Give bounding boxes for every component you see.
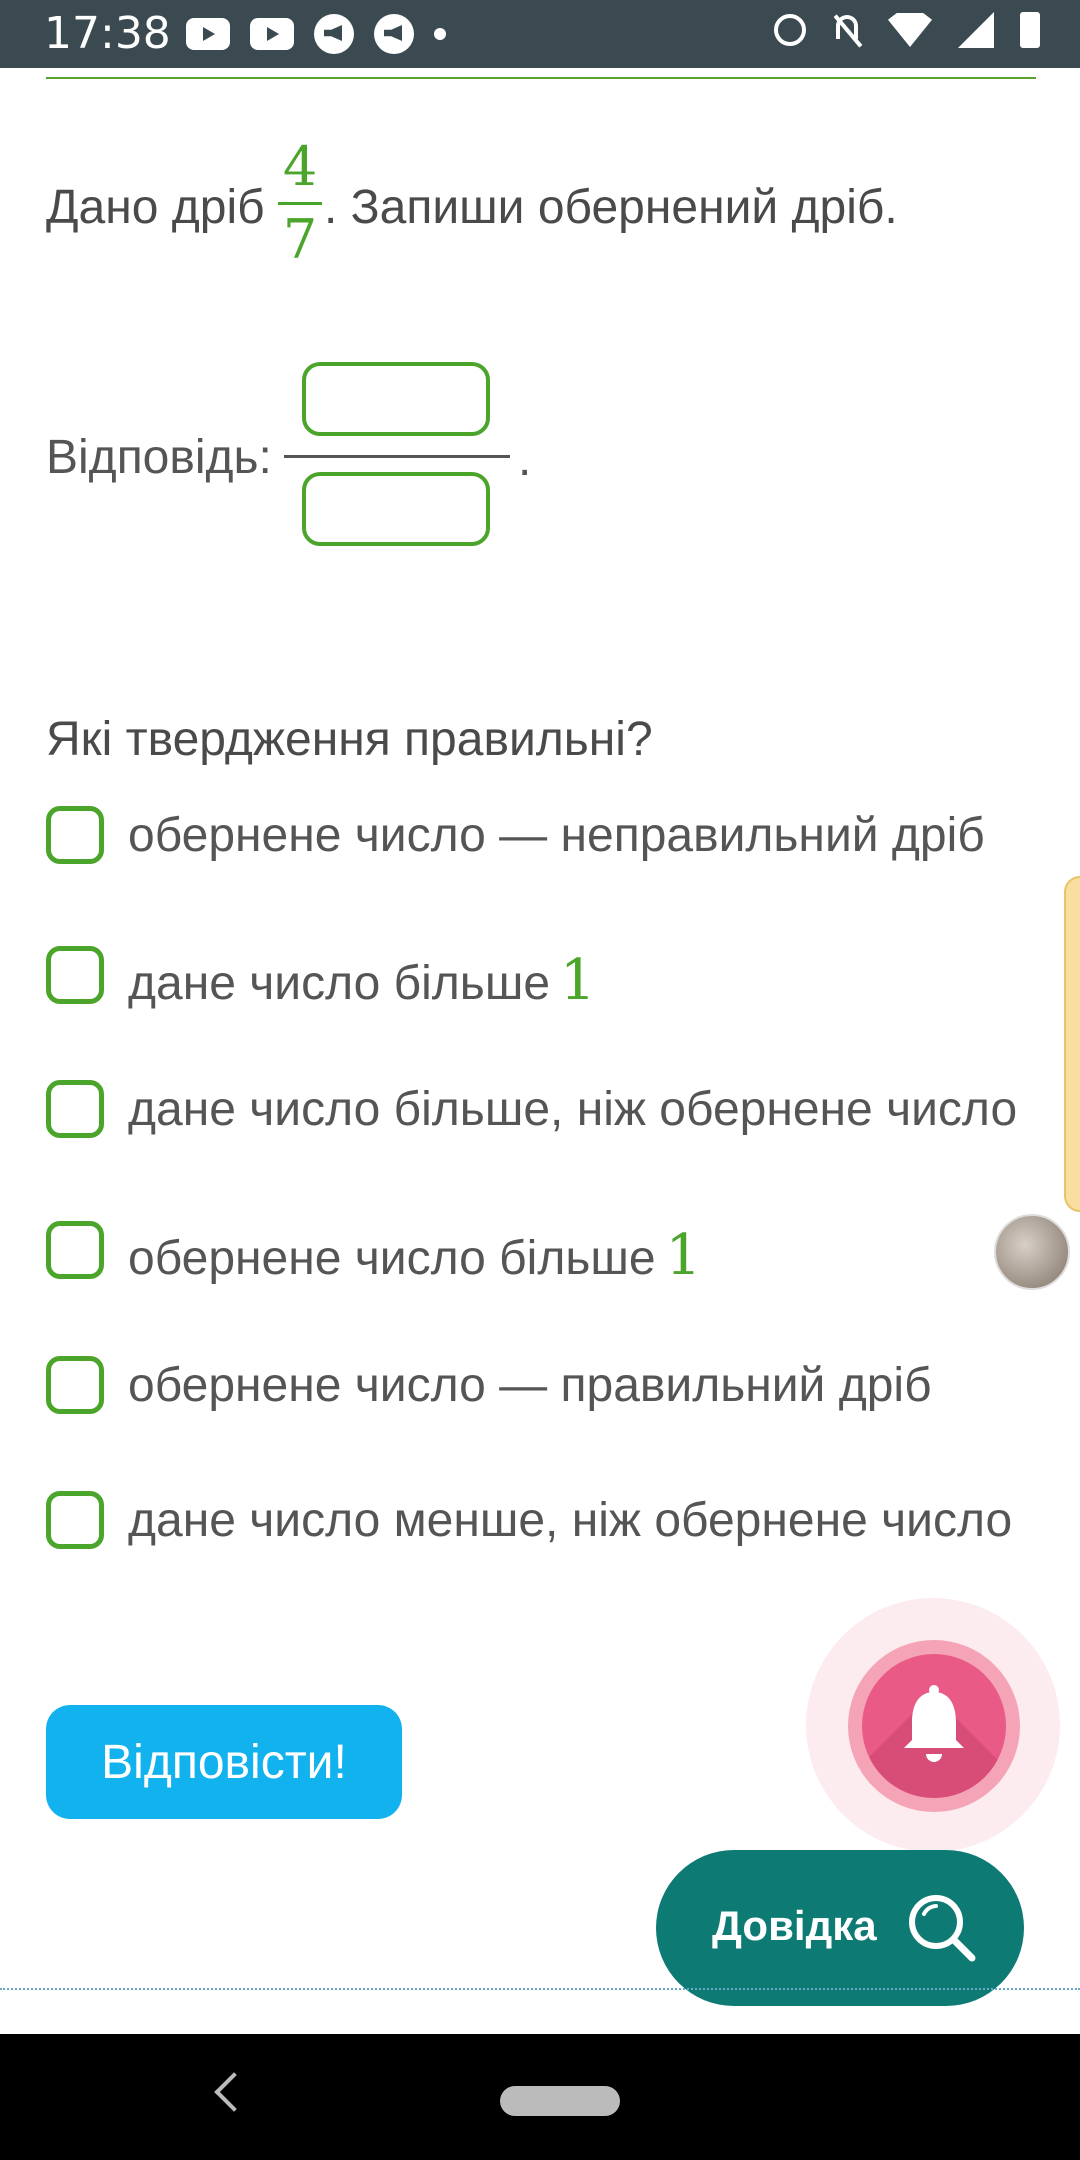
- megaphone-icon: [374, 14, 414, 54]
- question-suffix: . Запиши обернений дріб.: [324, 181, 898, 234]
- math-one: 1: [665, 1223, 702, 1288]
- statement-checkbox[interactable]: [46, 1221, 104, 1279]
- statement-option[interactable]: дане число більше 1: [46, 940, 1006, 1013]
- youtube-icon: [250, 18, 294, 50]
- status-bar: 17:38: [0, 0, 1080, 68]
- system-icons: [774, 12, 1040, 48]
- bell-circle: [862, 1654, 1006, 1798]
- question-text: Дано дріб 4 7 . Запиши обернений дріб.: [46, 136, 1036, 286]
- statement-label: обернене число — неправильний дріб: [128, 809, 985, 862]
- help-button[interactable]: Довідка: [656, 1850, 1024, 2006]
- answer-denominator-input[interactable]: [302, 472, 490, 546]
- statement-option[interactable]: дане число менше, ніж обернене число: [46, 1485, 1012, 1555]
- megaphone-icon: [314, 14, 354, 54]
- notification-icons: [186, 14, 446, 54]
- side-panel-tab[interactable]: [1064, 876, 1080, 1212]
- statement-checkbox[interactable]: [46, 1356, 104, 1414]
- statement-checkbox[interactable]: [46, 1491, 104, 1549]
- statement-label: дане число більше, ніж обернене число: [128, 1083, 1018, 1136]
- alarm-icon: [774, 14, 806, 46]
- statement-option[interactable]: дане число більше, ніж обернене число: [46, 1074, 1017, 1144]
- statement-checkbox[interactable]: [46, 806, 104, 864]
- fraction-bar: [278, 202, 322, 205]
- fraction-denominator: 7: [282, 208, 318, 271]
- battery-icon: [1020, 12, 1040, 48]
- answer-period: .: [518, 433, 532, 486]
- help-label: Довідка: [712, 1902, 877, 1949]
- bell-off-icon: [832, 13, 862, 47]
- search-icon: [909, 1895, 976, 1962]
- youtube-icon: [186, 18, 230, 50]
- statement-option[interactable]: обернене число — правильний дріб: [46, 1350, 1006, 1420]
- statement-label: дане число більше 1: [128, 948, 596, 1013]
- answer-fraction-bar: [284, 455, 510, 458]
- statement-checkbox[interactable]: [46, 1080, 104, 1138]
- statement-checkbox[interactable]: [46, 946, 104, 1004]
- answer-label: Відповідь:: [46, 431, 272, 484]
- dot-icon: [434, 28, 446, 40]
- wifi-icon: [888, 13, 932, 47]
- fraction-numerator: 4: [282, 135, 318, 198]
- statement-label: обернене число більше 1: [128, 1223, 702, 1288]
- statements-title: Які твердження правильні?: [46, 713, 653, 766]
- statement-label: обернене число — правильний дріб: [128, 1359, 932, 1412]
- notifications-button[interactable]: [848, 1640, 1020, 1812]
- footer-divider: [0, 1988, 1080, 1990]
- statement-label: дане число менше, ніж обернене число: [128, 1494, 1013, 1547]
- navigation-bar: [0, 2034, 1080, 2160]
- signal-icon: [958, 12, 994, 48]
- statement-option[interactable]: обернене число більше 1: [46, 1215, 1006, 1288]
- back-icon[interactable]: [214, 2072, 254, 2112]
- top-divider: [46, 77, 1036, 79]
- bell-icon: [904, 1685, 964, 1762]
- avatar[interactable]: [994, 1214, 1070, 1290]
- home-pill-icon[interactable]: [500, 2086, 620, 2116]
- answer-numerator-input[interactable]: [302, 362, 490, 436]
- statement-option[interactable]: обернене число — неправильний дріб: [46, 800, 1006, 870]
- status-time: 17:38: [44, 8, 171, 59]
- submit-button[interactable]: Відповісти!: [46, 1705, 402, 1819]
- question-prefix: Дано дріб: [46, 181, 265, 234]
- math-one: 1: [560, 948, 596, 1013]
- given-fraction: 4 7: [278, 136, 322, 271]
